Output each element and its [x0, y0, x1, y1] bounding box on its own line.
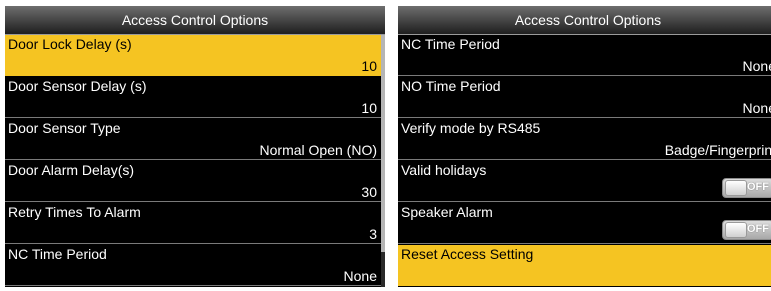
- item-label: Retry Times To Alarm: [8, 204, 141, 220]
- item-value: Normal Open (NO): [259, 142, 377, 158]
- menu-item-door-sensor-delay[interactable]: Door Sensor Delay (s) 10: [5, 77, 385, 118]
- valid-holidays-toggle[interactable]: OFF: [722, 178, 771, 198]
- item-label: Verify mode by RS485: [401, 120, 541, 136]
- menu-item-reset-access-setting[interactable]: Reset Access Setting: [398, 245, 771, 286]
- item-value: 10: [361, 100, 377, 116]
- item-value: None: [742, 100, 771, 116]
- scrollbar-thumb[interactable]: [381, 35, 385, 252]
- item-value: 3: [369, 226, 377, 242]
- item-label: Speaker Alarm: [401, 204, 493, 220]
- speaker-alarm-toggle[interactable]: OFF: [722, 220, 771, 240]
- screen-title: Access Control Options: [5, 6, 385, 35]
- item-value: 10: [361, 58, 377, 74]
- item-value: None: [742, 58, 771, 74]
- toggle-state: OFF: [747, 223, 769, 235]
- left-screen: Access Control Options Door Lock Delay (…: [5, 6, 385, 287]
- menu-item-valid-holidays[interactable]: Valid holidays OFF: [398, 161, 771, 202]
- toggle-knob: [725, 222, 747, 238]
- item-value: 30: [361, 184, 377, 200]
- item-label: NO Time Period: [401, 78, 501, 94]
- item-label: Door Lock Delay (s): [8, 36, 132, 52]
- menu-item-nc-time-period[interactable]: NC Time Period None: [398, 35, 771, 76]
- item-label: Door Sensor Delay (s): [8, 78, 147, 94]
- menu-item-door-lock-delay[interactable]: Door Lock Delay (s) 10: [5, 35, 385, 76]
- item-label: NC Time Period: [401, 36, 500, 52]
- menu-item-door-alarm-delay[interactable]: Door Alarm Delay(s) 30: [5, 161, 385, 202]
- right-screen: Access Control Options NC Time Period No…: [398, 6, 771, 287]
- settings-list: Door Lock Delay (s) 10 Door Sensor Delay…: [5, 35, 385, 287]
- menu-item-speaker-alarm[interactable]: Speaker Alarm OFF: [398, 203, 771, 244]
- toggle-knob: [725, 180, 747, 196]
- item-label: Reset Access Setting: [401, 246, 534, 262]
- item-value: Badge/Fingerprint: [664, 142, 771, 158]
- item-label: Door Alarm Delay(s): [8, 162, 135, 178]
- toggle-state: OFF: [747, 181, 769, 193]
- item-label: Door Sensor Type: [8, 120, 121, 136]
- item-label: Valid holidays: [401, 162, 487, 178]
- settings-list: NC Time Period None NO Time Period None …: [398, 35, 771, 287]
- scrollbar[interactable]: [381, 35, 385, 287]
- item-label: NC Time Period: [8, 246, 107, 262]
- menu-item-retry-times-to-alarm[interactable]: Retry Times To Alarm 3: [5, 203, 385, 244]
- menu-item-verify-mode-rs485[interactable]: Verify mode by RS485 Badge/Fingerprint: [398, 119, 771, 160]
- item-value: None: [343, 268, 377, 284]
- screen-title: Access Control Options: [398, 6, 771, 35]
- menu-item-no-time-period[interactable]: NO Time Period None: [398, 77, 771, 118]
- menu-item-door-sensor-type[interactable]: Door Sensor Type Normal Open (NO): [5, 119, 385, 160]
- menu-item-nc-time-period[interactable]: NC Time Period None: [5, 245, 385, 286]
